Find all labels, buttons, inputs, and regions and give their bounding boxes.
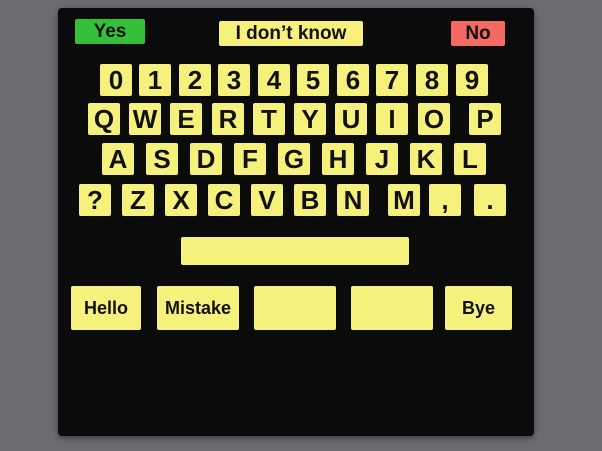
yes-button[interactable]: Yes xyxy=(75,19,145,44)
hello-button[interactable]: Hello xyxy=(71,286,141,330)
key-o[interactable]: O xyxy=(418,103,450,135)
key-q[interactable]: Q xyxy=(88,103,120,135)
key-p[interactable]: P xyxy=(469,103,501,135)
key-a[interactable]: A xyxy=(102,143,134,175)
key-b[interactable]: B xyxy=(294,184,326,216)
mistake-button[interactable]: Mistake xyxy=(157,286,239,330)
communication-board: Yes I don’t know No 0 1 2 3 4 5 6 7 8 9 … xyxy=(58,8,534,436)
key-n[interactable]: N xyxy=(337,184,369,216)
key-y[interactable]: Y xyxy=(294,103,326,135)
key-v[interactable]: V xyxy=(251,184,283,216)
key-1[interactable]: 1 xyxy=(139,64,171,96)
key-3[interactable]: 3 xyxy=(218,64,250,96)
key-period[interactable]: . xyxy=(474,184,506,216)
key-c[interactable]: C xyxy=(208,184,240,216)
key-u[interactable]: U xyxy=(335,103,367,135)
key-x[interactable]: X xyxy=(165,184,197,216)
key-d[interactable]: D xyxy=(190,143,222,175)
key-w[interactable]: W xyxy=(129,103,161,135)
key-k[interactable]: K xyxy=(410,143,442,175)
key-i[interactable]: I xyxy=(376,103,408,135)
key-r[interactable]: R xyxy=(212,103,244,135)
blank-phrase-button-2[interactable] xyxy=(351,286,433,330)
i-dont-know-button[interactable]: I don’t know xyxy=(219,21,363,46)
no-button[interactable]: No xyxy=(451,21,505,46)
key-question[interactable]: ? xyxy=(79,184,111,216)
key-4[interactable]: 4 xyxy=(258,64,290,96)
blank-phrase-button-1[interactable] xyxy=(254,286,336,330)
key-h[interactable]: H xyxy=(322,143,354,175)
key-9[interactable]: 9 xyxy=(456,64,488,96)
key-7[interactable]: 7 xyxy=(376,64,408,96)
key-l[interactable]: L xyxy=(454,143,486,175)
key-t[interactable]: T xyxy=(253,103,285,135)
key-f[interactable]: F xyxy=(234,143,266,175)
key-z[interactable]: Z xyxy=(122,184,154,216)
key-6[interactable]: 6 xyxy=(337,64,369,96)
key-comma[interactable]: , xyxy=(429,184,461,216)
bye-button[interactable]: Bye xyxy=(445,286,512,330)
key-j[interactable]: J xyxy=(366,143,398,175)
key-8[interactable]: 8 xyxy=(416,64,448,96)
key-5[interactable]: 5 xyxy=(297,64,329,96)
space-bar[interactable] xyxy=(181,237,409,265)
key-s[interactable]: S xyxy=(146,143,178,175)
key-2[interactable]: 2 xyxy=(179,64,211,96)
key-g[interactable]: G xyxy=(278,143,310,175)
key-m[interactable]: M xyxy=(388,184,420,216)
key-e[interactable]: E xyxy=(170,103,202,135)
key-0[interactable]: 0 xyxy=(100,64,132,96)
